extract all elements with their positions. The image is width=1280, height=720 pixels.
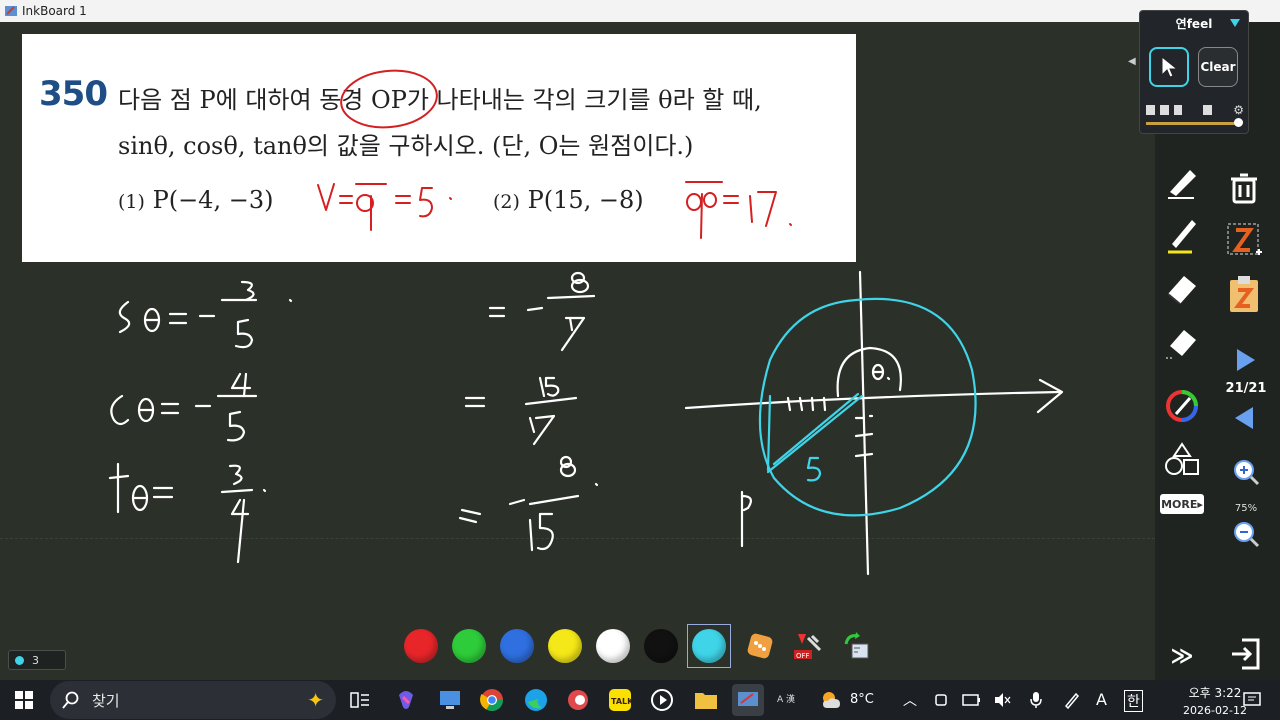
microphone-icon[interactable] [1020, 684, 1052, 716]
mini-tool-row: ⚙ [1146, 103, 1244, 117]
inkboard-taskbar-icon[interactable] [732, 684, 764, 716]
clipboard-icon[interactable] [1222, 272, 1266, 316]
pen-icon[interactable] [1160, 212, 1204, 256]
floating-panel-title: 연feel [1175, 16, 1213, 31]
pen-width-slider[interactable] [1146, 122, 1238, 125]
mini-tool-2-icon[interactable] [1159, 105, 1169, 115]
svg-text:TALK: TALK [611, 697, 632, 706]
weather-temperature: 8°C [850, 692, 874, 707]
pen-menu-icon[interactable] [1056, 684, 1088, 716]
color-swatch-yellow[interactable] [548, 629, 582, 663]
file-explorer-icon[interactable] [690, 684, 722, 716]
subproblem-1: (1) P(−4, −3) [118, 186, 273, 214]
title-bar: InkBoard 1 [0, 0, 1280, 22]
window-title: InkBoard 1 [22, 4, 87, 18]
panel-collapse-arrow[interactable]: ◀ [1128, 56, 1136, 67]
whale-browser-icon[interactable] [562, 684, 594, 716]
svg-text:OFF: OFF [796, 652, 810, 660]
recycle-ruler-icon[interactable] [839, 629, 873, 663]
color-palette: OFF [404, 624, 887, 668]
dice-icon[interactable] [743, 629, 777, 663]
windows-start-icon[interactable] [8, 684, 40, 716]
exit-icon[interactable] [1224, 632, 1268, 676]
expand-toolbar-button[interactable]: ≫ [1160, 634, 1204, 678]
board-guide-line [0, 538, 1155, 539]
problem-text-line2: sinθ, cosθ, tanθ의 값을 구하시오. (단, O는 원점이다.) [118, 132, 694, 160]
floating-tool-panel: 연feel Clear ⚙ [1139, 10, 1249, 134]
weather-icon[interactable] [816, 684, 848, 716]
color-picker-icon[interactable] [1160, 384, 1204, 428]
clear-button[interactable]: Clear [1198, 47, 1238, 87]
more-button[interactable]: MORE▸ [1160, 494, 1204, 514]
area-eraser-icon[interactable] [1160, 318, 1204, 362]
settings-gear-icon[interactable]: ⚙ [1233, 103, 1244, 117]
color-swatch-white[interactable] [596, 629, 630, 663]
double-chevron-icon: ≫ [1170, 643, 1194, 669]
subproblem-1-label: (1) [118, 191, 145, 213]
dropdown-triangle-icon[interactable] [1230, 19, 1240, 27]
page-counter-dot [15, 655, 24, 665]
search-icon [62, 691, 79, 709]
page-indicator: 21/21 [1225, 381, 1267, 396]
edge-icon[interactable] [520, 684, 552, 716]
subproblem-2-point: P(15, −8) [527, 186, 644, 214]
mini-tool-3-icon[interactable] [1173, 105, 1183, 115]
inkboard-app-icon [5, 6, 17, 16]
ime-mode-indicator[interactable]: A 漢 [770, 684, 802, 716]
kakaotalk-icon[interactable]: TALK [604, 684, 636, 716]
subproblem-1-point: P(−4, −3) [152, 186, 274, 214]
problem-text-line1: 다음 점 P에 대하여 동경 OP가 나타내는 각의 크기를 θ라 할 때, [118, 86, 762, 114]
selected-color-frame[interactable] [687, 624, 731, 668]
color-swatch-red[interactable] [404, 629, 438, 663]
copilot-sparkle-icon: ✦ [307, 688, 324, 712]
previous-page-icon[interactable] [1222, 396, 1266, 440]
mini-tool-1-icon[interactable] [1146, 105, 1155, 115]
floating-panel-header[interactable]: 연feel [1140, 11, 1248, 35]
page-counter[interactable]: 3 [8, 650, 66, 670]
font-a-icon[interactable]: A [1096, 690, 1107, 709]
copilot-icon[interactable] [390, 684, 422, 716]
volume-muted-icon[interactable] [986, 684, 1018, 716]
new-page-icon[interactable] [1222, 218, 1266, 262]
cursor-button[interactable] [1149, 47, 1189, 87]
zoom-in-icon[interactable] [1224, 450, 1268, 494]
highlighter-icon[interactable] [1160, 160, 1204, 204]
subproblem-2: (2) P(15, −8) [493, 186, 644, 214]
mini-tool-4-icon[interactable] [1203, 105, 1213, 115]
cursor-icon [1161, 55, 1179, 78]
pen-width-slider-knob[interactable] [1234, 118, 1243, 127]
color-swatch-cyan[interactable] [692, 629, 726, 663]
tray-chevron-up-icon[interactable]: ︿ [894, 684, 926, 716]
tray-app-icon[interactable] [926, 684, 958, 716]
page-counter-value: 3 [32, 653, 39, 667]
shapes-icon[interactable] [1160, 438, 1204, 482]
notification-icon[interactable] [1236, 684, 1268, 716]
eraser-icon[interactable] [1160, 266, 1204, 310]
chrome-icon[interactable] [476, 684, 508, 716]
battery-icon[interactable] [956, 684, 988, 716]
remote-desktop-icon[interactable] [434, 684, 466, 716]
next-page-icon[interactable] [1222, 338, 1266, 382]
media-player-icon[interactable] [646, 684, 678, 716]
trash-icon[interactable] [1222, 166, 1266, 210]
laser-pointer-off-icon[interactable]: OFF [791, 629, 825, 663]
taskbar-search[interactable]: 찾기 ✦ [50, 681, 336, 719]
color-swatch-green[interactable] [452, 629, 486, 663]
problem-number: 350 [39, 74, 108, 114]
task-view-icon[interactable] [344, 684, 376, 716]
color-swatch-blue[interactable] [500, 629, 534, 663]
color-swatch-black[interactable] [644, 629, 678, 663]
ime-hangul-indicator[interactable]: 한 [1124, 690, 1143, 712]
search-placeholder: 찾기 [92, 691, 120, 710]
subproblem-2-label: (2) [493, 191, 520, 213]
zoom-out-icon[interactable] [1224, 512, 1268, 556]
